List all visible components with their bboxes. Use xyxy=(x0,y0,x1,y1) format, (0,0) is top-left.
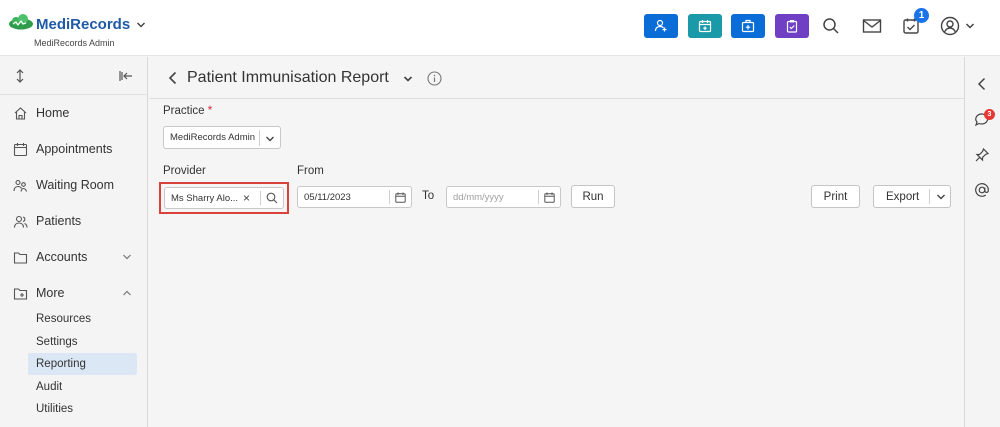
info-icon[interactable] xyxy=(427,71,442,86)
sidebar-item-accounts[interactable]: Accounts xyxy=(0,245,148,269)
brand-switcher[interactable]: MediRecords xyxy=(36,16,146,33)
chevron-down-icon xyxy=(965,23,975,29)
sidebar-subitem-audit[interactable]: Audit xyxy=(28,376,137,398)
chevron-down-icon xyxy=(123,254,131,260)
chevron-left-icon[interactable] xyxy=(974,76,990,92)
tasks-button[interactable]: 1 xyxy=(900,8,929,37)
home-icon xyxy=(14,106,27,120)
to-date-input[interactable]: dd/mm/yyyy xyxy=(446,186,561,208)
chevron-up-icon xyxy=(123,290,131,296)
practice-select-value: MediRecords Admin xyxy=(170,132,256,143)
page-title[interactable]: Patient Immunisation Report xyxy=(187,69,389,87)
search-button[interactable] xyxy=(820,15,842,37)
print-button-label: Print xyxy=(823,190,848,203)
calendar-plus-icon xyxy=(698,20,712,33)
sidebar-item-home[interactable]: Home xyxy=(0,101,148,125)
practice-label-text: Practice xyxy=(163,105,205,117)
run-button[interactable]: Run xyxy=(571,185,615,208)
calendar-icon xyxy=(13,142,28,156)
sidebar-subitem-settings[interactable]: Settings xyxy=(28,331,137,353)
sidebar-item-appointments[interactable]: Appointments xyxy=(0,137,148,161)
medical-kit-button[interactable] xyxy=(731,14,765,38)
right-rail: 3 xyxy=(964,57,1000,427)
people-icon xyxy=(13,179,28,192)
chevron-down-icon[interactable] xyxy=(403,74,413,84)
sidebar: Home Appointments Waiting Room Patients … xyxy=(0,57,148,427)
clipboard-icon xyxy=(786,20,798,33)
calendar-icon[interactable] xyxy=(395,192,406,203)
run-button-label: Run xyxy=(582,190,604,203)
logo-icon xyxy=(9,14,33,30)
sidebar-item-patients[interactable]: Patients xyxy=(0,209,148,233)
brand-name: MediRecords xyxy=(36,16,131,33)
sidebar-item-label: Waiting Room xyxy=(36,178,115,192)
folder-more-icon xyxy=(13,287,28,300)
sidebar-item-more[interactable]: More xyxy=(0,281,148,305)
sidebar-item-label: Patients xyxy=(36,214,82,228)
print-button[interactable]: Print xyxy=(811,185,860,208)
clear-icon[interactable]: × xyxy=(243,191,250,205)
divider xyxy=(260,191,261,205)
divider xyxy=(259,130,260,146)
practice-label: Practice * xyxy=(163,105,212,117)
provider-input[interactable]: Ms Sharry Alo... × xyxy=(164,187,284,209)
to-label: To xyxy=(422,190,435,202)
to-date-placeholder: dd/mm/yyyy xyxy=(453,192,504,203)
logo[interactable] xyxy=(8,14,34,30)
app-root: MediRecords MediRecords Admin 1 Home App… xyxy=(0,0,1000,427)
divider xyxy=(929,189,930,204)
from-label: From xyxy=(297,165,324,177)
practice-select[interactable]: MediRecords Admin xyxy=(163,126,281,149)
provider-input-value: Ms Sharry Alo... xyxy=(171,193,239,204)
sidebar-toolbar xyxy=(0,57,148,95)
search-icon xyxy=(823,18,839,34)
chevron-down-icon xyxy=(137,21,146,28)
add-patient-button[interactable] xyxy=(644,14,678,38)
back-chevron-icon[interactable] xyxy=(167,71,179,85)
brand-subtitle: MediRecords Admin xyxy=(34,38,115,48)
sidebar-item-label: Appointments xyxy=(36,142,113,156)
sidebar-subitem-reporting[interactable]: Reporting xyxy=(28,353,137,375)
sidebar-subitem-utilities[interactable]: Utilities xyxy=(28,398,137,420)
users-icon xyxy=(13,215,28,228)
page-header: Patient Immunisation Report xyxy=(149,57,964,99)
mail-icon xyxy=(862,19,882,33)
main-content: Patient Immunisation Report Practice * M… xyxy=(149,57,964,427)
messages-button[interactable] xyxy=(861,15,883,37)
required-marker: * xyxy=(207,105,213,117)
sidebar-item-label: More xyxy=(36,286,65,300)
folder-icon xyxy=(13,251,28,264)
export-button-label: Export xyxy=(886,191,920,203)
sidebar-item-label: Accounts xyxy=(36,250,88,264)
at-mention-icon[interactable] xyxy=(974,182,990,198)
notification-badge: 3 xyxy=(984,109,995,120)
pin-icon[interactable] xyxy=(974,147,990,163)
person-plus-icon xyxy=(654,19,667,32)
divider xyxy=(389,190,390,204)
collapse-sidebar-icon[interactable] xyxy=(119,69,133,83)
chevron-down-icon[interactable] xyxy=(936,192,946,202)
add-appointment-button[interactable] xyxy=(688,14,722,38)
user-avatar-icon xyxy=(940,16,960,36)
from-date-value: 05/11/2023 xyxy=(304,192,351,203)
sidebar-item-label: Home xyxy=(36,106,70,120)
chevron-down-icon xyxy=(266,136,274,142)
calendar-icon[interactable] xyxy=(544,192,555,203)
top-bar: MediRecords MediRecords Admin 1 xyxy=(0,0,1000,56)
user-menu[interactable] xyxy=(940,15,978,37)
from-date-input[interactable]: 05/11/2023 xyxy=(297,186,412,208)
search-icon[interactable] xyxy=(266,192,278,204)
sidebar-item-waiting-room[interactable]: Waiting Room xyxy=(0,173,148,197)
clipboard-task-button[interactable] xyxy=(775,14,809,38)
sidebar-subitem-resources[interactable]: Resources xyxy=(28,308,137,330)
provider-label: Provider xyxy=(163,165,206,177)
export-button[interactable]: Export xyxy=(873,185,951,208)
medical-bag-icon xyxy=(741,19,755,33)
divider xyxy=(538,190,539,204)
tasks-badge: 1 xyxy=(914,8,929,23)
resize-vertical-icon[interactable] xyxy=(14,69,26,83)
